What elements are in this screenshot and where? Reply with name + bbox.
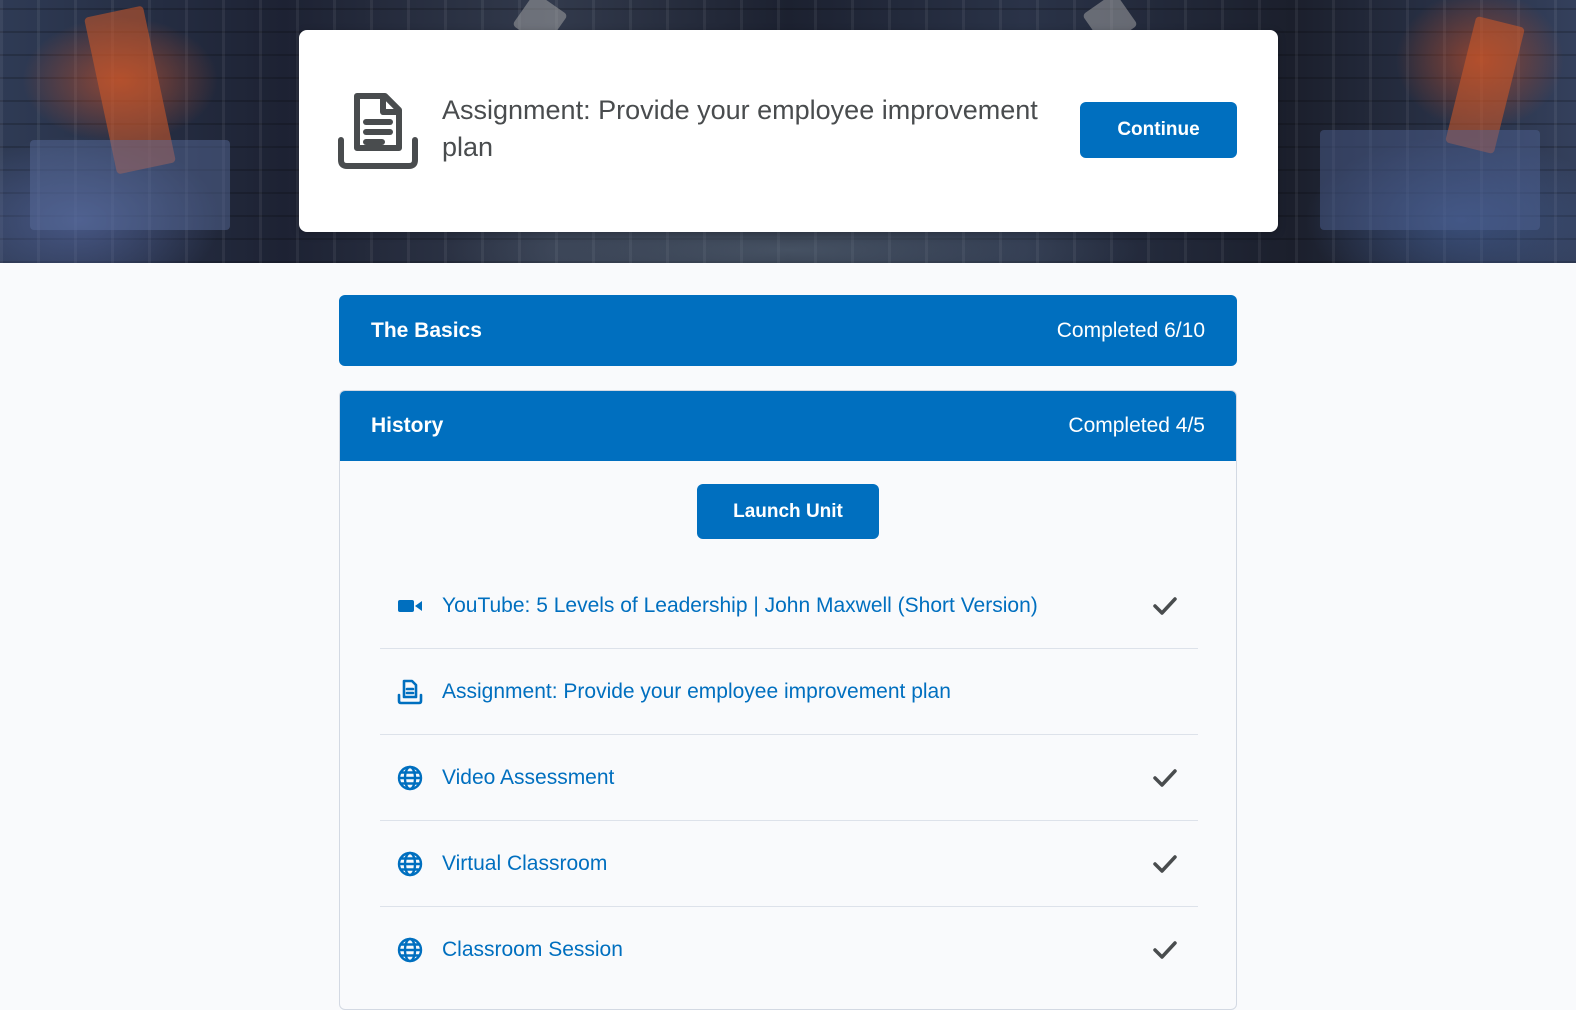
launch-unit-button[interactable]: Launch Unit	[697, 484, 879, 539]
activity-item[interactable]: Video Assessment	[380, 735, 1198, 821]
globe-icon	[396, 936, 424, 964]
video-camera-icon	[396, 592, 424, 620]
unit-panel-history: History Completed 4/5 Launch Unit YouTub…	[339, 390, 1237, 1010]
globe-icon	[396, 764, 424, 792]
card-title: Assignment: Provide your employee improv…	[442, 95, 1038, 162]
hero-image-decoration	[1320, 130, 1540, 230]
hero-image-decoration	[30, 140, 230, 230]
activity-link[interactable]: YouTube: 5 Levels of Leadership | John M…	[442, 594, 1038, 618]
activity-link[interactable]: Classroom Session	[442, 938, 623, 962]
activity-item[interactable]: Virtual Classroom	[380, 821, 1198, 907]
activity-link[interactable]: Assignment: Provide your employee improv…	[442, 680, 951, 704]
continue-button[interactable]: Continue	[1080, 102, 1237, 158]
activity-list: YouTube: 5 Levels of Leadership | John M…	[380, 563, 1198, 993]
unit-header-the-basics[interactable]: The Basics Completed 6/10	[339, 295, 1237, 366]
activity-item[interactable]: Assignment: Provide your employee improv…	[380, 649, 1198, 735]
activity-item[interactable]: YouTube: 5 Levels of Leadership | John M…	[380, 563, 1198, 649]
globe-icon	[396, 850, 424, 878]
checkmark-icon	[1152, 937, 1178, 963]
assignment-icon	[396, 678, 424, 706]
unit-name: History	[371, 413, 444, 437]
unit-header-history[interactable]: History Completed 4/5	[340, 391, 1236, 461]
activity-link[interactable]: Video Assessment	[442, 766, 614, 790]
unit-name: The Basics	[371, 318, 482, 342]
unit-completion-status: Completed 6/10	[1056, 318, 1205, 342]
checkmark-icon	[1152, 765, 1178, 791]
activity-link[interactable]: Virtual Classroom	[442, 852, 607, 876]
assignment-document-icon	[337, 90, 419, 172]
checkmark-icon	[1152, 593, 1178, 619]
activity-item[interactable]: Classroom Session	[380, 907, 1198, 993]
checkmark-icon	[1152, 851, 1178, 877]
unit-completion-status: Completed 4/5	[1068, 413, 1205, 437]
continue-card: Assignment: Provide your employee improv…	[299, 30, 1278, 232]
